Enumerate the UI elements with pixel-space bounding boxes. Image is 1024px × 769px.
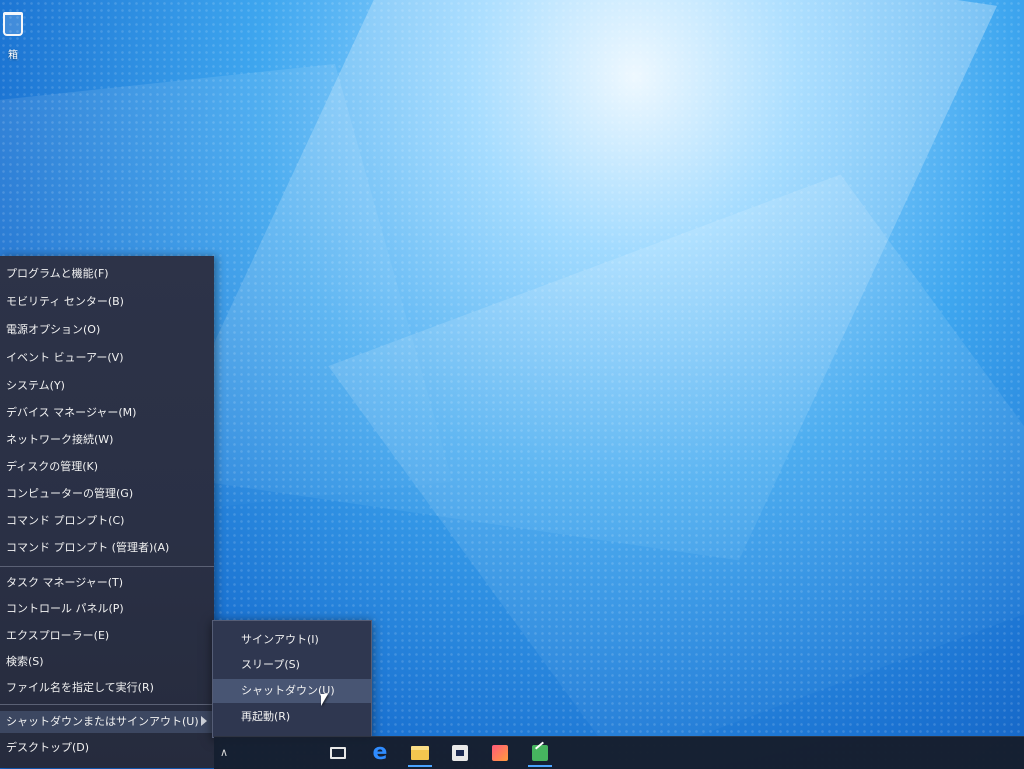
- file-explorer-button[interactable]: [400, 738, 440, 768]
- mouse-cursor-icon: [321, 694, 328, 706]
- taskbar-caret-icon[interactable]: ∧: [220, 747, 228, 759]
- desktop-icon-recycle-bin[interactable]: 箱: [0, 12, 40, 72]
- chart-app-button[interactable]: [520, 738, 560, 768]
- recycle-bin-label: 箱: [8, 50, 18, 61]
- photos-icon: [492, 745, 508, 761]
- menu-item-search[interactable]: 検索(S): [0, 651, 214, 673]
- task-view-icon: [330, 747, 346, 759]
- submenu-item-sleep[interactable]: スリープ(S): [213, 653, 371, 677]
- menu-separator: [0, 566, 214, 567]
- store-button[interactable]: [440, 738, 480, 768]
- menu-item-task-manager[interactable]: タスク マネージャー(T): [0, 572, 214, 594]
- menu-item-event-viewer[interactable]: イベント ビューアー(V): [0, 347, 214, 369]
- menu-item-disk-management[interactable]: ディスクの管理(K): [0, 456, 214, 478]
- power-user-menu: プログラムと機能(F) モビリティ センター(B) 電源オプション(O) イベン…: [0, 256, 214, 768]
- menu-item-command-prompt[interactable]: コマンド プロンプト(C): [0, 510, 214, 532]
- menu-item-label: シャットダウンまたはサインアウト(U): [6, 715, 199, 728]
- store-icon: [452, 745, 468, 761]
- submenu-item-restart[interactable]: 再起動(R): [213, 705, 371, 729]
- menu-item-programs-and-features[interactable]: プログラムと機能(F): [0, 263, 214, 285]
- menu-item-computer-management[interactable]: コンピューターの管理(G): [0, 483, 214, 505]
- menu-item-run[interactable]: ファイル名を指定して実行(R): [0, 677, 214, 699]
- menu-item-mobility-center[interactable]: モビリティ センター(B): [0, 291, 214, 313]
- submenu-item-sign-out[interactable]: サインアウト(I): [213, 628, 371, 652]
- menu-item-shutdown-or-sign-out[interactable]: シャットダウンまたはサインアウト(U): [0, 711, 214, 733]
- recycle-bin-icon: [3, 12, 23, 36]
- menu-item-power-options[interactable]: 電源オプション(O): [0, 319, 214, 341]
- menu-item-desktop[interactable]: デスクトップ(D): [0, 737, 214, 759]
- edge-button[interactable]: e: [360, 738, 400, 768]
- menu-item-device-manager[interactable]: デバイス マネージャー(M): [0, 402, 214, 424]
- taskbar: ∧ e: [214, 736, 1024, 769]
- menu-separator: [0, 704, 214, 705]
- file-explorer-icon: [411, 746, 429, 760]
- photos-button[interactable]: [480, 738, 520, 768]
- menu-item-file-explorer[interactable]: エクスプローラー(E): [0, 625, 214, 647]
- menu-item-control-panel[interactable]: コントロール パネル(P): [0, 598, 214, 620]
- menu-item-command-prompt-admin[interactable]: コマンド プロンプト (管理者)(A): [0, 537, 214, 559]
- chart-app-icon: [532, 745, 548, 761]
- submenu-item-shutdown[interactable]: シャットダウン(U): [213, 679, 371, 703]
- menu-item-system[interactable]: システム(Y): [0, 375, 214, 397]
- chevron-right-icon: [201, 716, 207, 726]
- menu-item-network-connections[interactable]: ネットワーク接続(W): [0, 429, 214, 451]
- shutdown-submenu: サインアウト(I) スリープ(S) シャットダウン(U) 再起動(R): [212, 620, 372, 738]
- task-view-button[interactable]: [318, 738, 358, 768]
- edge-icon: e: [372, 740, 388, 765]
